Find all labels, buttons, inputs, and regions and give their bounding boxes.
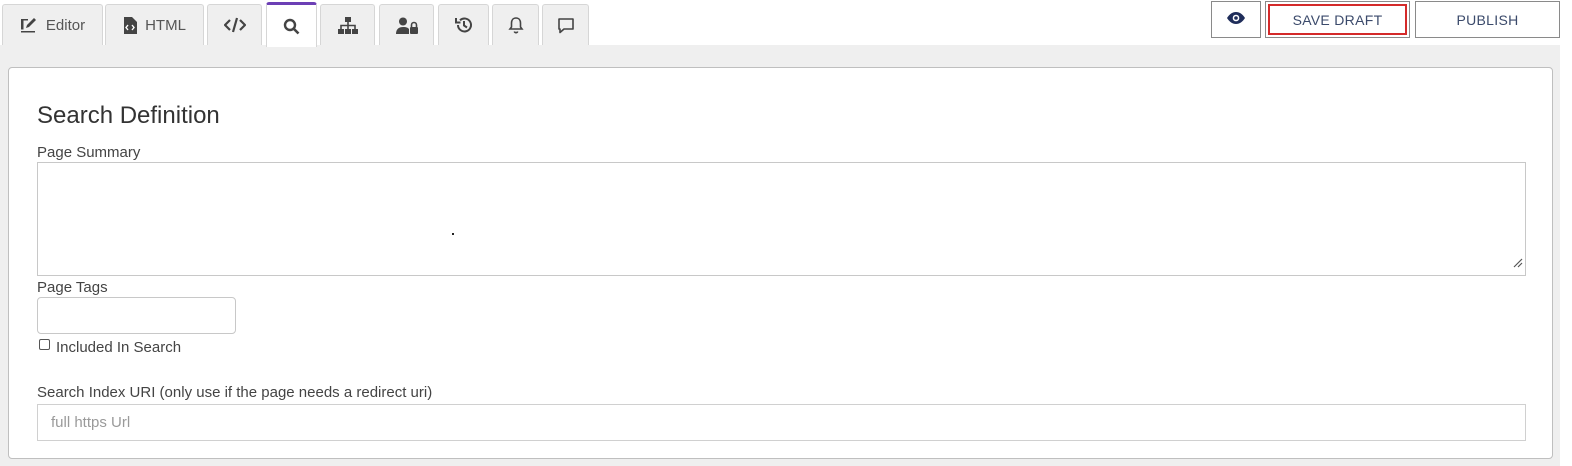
- page-tags-input[interactable]: [37, 297, 236, 334]
- tab-sitemap[interactable]: [320, 4, 375, 45]
- tab-history[interactable]: [438, 4, 489, 45]
- user-lock-icon: [395, 17, 418, 34]
- right-edge: [1560, 0, 1572, 466]
- tab-search[interactable]: [266, 2, 317, 47]
- tab-notifications[interactable]: [492, 4, 539, 45]
- tab-html[interactable]: HTML: [105, 4, 204, 45]
- included-in-search-checkbox[interactable]: [39, 339, 50, 350]
- search-icon: [283, 18, 300, 35]
- resize-handle-icon[interactable]: [1512, 255, 1523, 273]
- eye-icon: [1226, 11, 1246, 28]
- html-file-icon: [123, 16, 138, 34]
- save-draft-button[interactable]: SAVE DRAFT: [1265, 1, 1410, 38]
- preview-button[interactable]: [1211, 1, 1261, 38]
- panel-title: Search Definition: [37, 102, 220, 129]
- publish-button[interactable]: PUBLISH: [1415, 1, 1560, 38]
- search-definition-panel: Search Definition Page Summary Page Tags…: [8, 67, 1553, 459]
- tab-html-label: HTML: [145, 16, 186, 34]
- bell-icon: [507, 16, 524, 34]
- text-cursor-dot: [452, 233, 454, 235]
- search-index-uri-label: Search Index URI (only use if the page n…: [37, 384, 433, 401]
- history-icon: [454, 16, 473, 34]
- page-tags-label: Page Tags: [37, 279, 108, 296]
- included-in-search-label: Included In Search: [56, 339, 182, 356]
- page-summary-label: Page Summary: [37, 144, 141, 161]
- tab-code[interactable]: [207, 4, 262, 45]
- tab-editor[interactable]: Editor: [2, 4, 103, 45]
- tab-editor-label: Editor: [45, 16, 86, 34]
- code-icon: [223, 17, 246, 33]
- search-index-uri-input[interactable]: [37, 404, 1526, 441]
- comment-icon: [557, 17, 575, 34]
- tab-permissions[interactable]: [379, 4, 434, 45]
- edit-icon: [20, 17, 38, 33]
- sitemap-icon: [337, 16, 358, 34]
- page-summary-textarea[interactable]: [37, 162, 1526, 276]
- tab-comments[interactable]: [542, 4, 589, 45]
